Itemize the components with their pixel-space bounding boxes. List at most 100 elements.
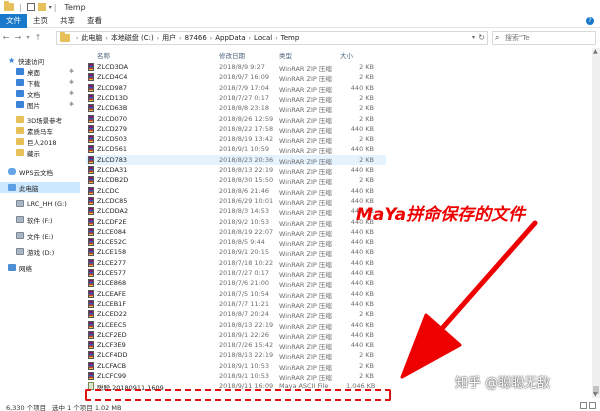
file-row[interactable]: ZLCE868 2018/7/6 21:00 WinRAR ZIP 压缩 440 KB (86, 278, 386, 289)
file-row[interactable]: ZLCD561 2018/9/1 10:59 WinRAR ZIP 压缩 440 KB (86, 144, 386, 155)
column-size[interactable]: 大小 (340, 50, 353, 60)
file-row[interactable]: ZLCDB2D 2018/8/30 15:50 WinRAR ZIP 压缩 2 KB (86, 175, 386, 186)
sidebar-item[interactable]: 藏示 (0, 147, 80, 158)
breadcrumb-chevron[interactable]: › (179, 35, 181, 42)
file-row[interactable]: ZLCE084 2018/8/19 22:07 WinRAR ZIP 压缩 440 K… (86, 227, 386, 238)
file-row[interactable]: ZLCF4DD 2018/8/13 22:19 WinRAR ZIP 压缩 2 KB (86, 350, 386, 361)
new-folder-icon[interactable] (37, 3, 46, 11)
file-date: 2018/8/13 22:19 (219, 166, 274, 174)
file-row[interactable]: ZLCDA31 2018/8/13 22:19 WinRAR ZIP 压缩 440 K… (86, 165, 386, 176)
sidebar-item[interactable]: 网络 (0, 262, 80, 273)
breadcrumb-chevron[interactable]: › (157, 35, 159, 42)
column-name[interactable]: 名称 (97, 50, 110, 60)
file-row[interactable]: ZLCE277 2018/7/18 10:22 WinRAR ZIP 压缩 440 K… (86, 258, 386, 269)
column-headers: 名称 修改日期 类型 大小 (86, 48, 386, 60)
address-dropdown-icon[interactable]: ▾ (472, 34, 475, 41)
properties-icon[interactable] (26, 3, 35, 11)
large-icons-view-icon[interactable] (589, 402, 596, 409)
breadcrumb-chevron[interactable]: › (105, 35, 107, 42)
sidebar-item[interactable]: 此电脑 (0, 182, 80, 193)
vertical-scrollbar[interactable]: ▲ ▼ (592, 48, 600, 398)
file-row[interactable]: ZLCD279 2018/8/22 17:58 WinRAR ZIP 压缩 440 K… (86, 124, 386, 135)
column-date-modified[interactable]: 修改日期 (219, 50, 245, 60)
sidebar-item[interactable]: 图片 ✱ (0, 99, 80, 110)
sidebar-item[interactable]: 素质马车 (0, 125, 80, 136)
file-name: ZLCE52C (97, 238, 127, 247)
breadcrumb-appdata[interactable]: AppData (215, 34, 245, 42)
file-row[interactable]: ZLCF3E9 2018/7/26 15:42 WinRAR ZIP 压缩 440 K… (86, 340, 386, 351)
file-row[interactable]: ZLCD4C4 2018/9/7 16:09 WinRAR ZIP 压缩 2 KB (86, 72, 386, 83)
title-separator: | (53, 2, 57, 12)
sidebar-item[interactable]: 文件 (E:) (0, 230, 80, 241)
sidebar-item[interactable]: 桌面 ✱ (0, 66, 80, 77)
breadcrumb-chevron[interactable]: › (210, 35, 212, 42)
customize-dropdown-icon[interactable]: ▾ (49, 4, 52, 11)
up-button[interactable]: ↑ (32, 31, 44, 45)
breadcrumb-local[interactable]: Local (254, 34, 272, 42)
file-row[interactable]: ZLCDC 2018/8/6 21:46 WinRAR ZIP 压缩 440 KB (86, 186, 386, 197)
file-row[interactable]: ZLCDDA2 2018/8/3 14:53 WinRAR ZIP 压缩 440 KB (86, 206, 386, 217)
file-row[interactable]: ZLCED22 2018/8/7 20:24 WinRAR ZIP 压缩 2 KB (86, 309, 386, 320)
file-row[interactable]: ZLCE577 2018/7/27 0:17 WinRAR ZIP 压缩 440 KB (86, 268, 386, 279)
scroll-up-icon[interactable]: ▲ (593, 48, 598, 55)
file-row[interactable]: ZLCE52C 2018/8/5 9:44 WinRAR ZIP 压缩 440 KB (86, 237, 386, 248)
file-row[interactable]: ZLCF2ED 2018/9/1 22:26 WinRAR ZIP 压缩 440 KB (86, 330, 386, 341)
file-row[interactable]: ZLCEB1F 2018/7/7 11:21 WinRAR ZIP 压缩 440 KB (86, 299, 386, 310)
column-type[interactable]: 类型 (279, 50, 292, 60)
tab-file[interactable]: 文件 (0, 13, 27, 28)
file-size: 2 KB (359, 372, 374, 380)
breadcrumb-chevron[interactable]: › (76, 35, 78, 42)
file-row[interactable]: ZLCD13D 2018/7/27 0:17 WinRAR ZIP 压缩 2 KB (86, 93, 386, 104)
search-input[interactable]: ⌕ 搜索"Te (492, 31, 596, 45)
forward-button[interactable]: → (12, 31, 24, 45)
recent-locations-button[interactable]: ▾ (24, 31, 32, 45)
breadcrumb-this-pc[interactable]: 此电脑 (81, 33, 102, 43)
breadcrumb-temp[interactable]: Temp (281, 34, 300, 42)
breadcrumb-chevron[interactable]: › (275, 35, 277, 42)
breadcrumb-local-disk-c[interactable]: 本地磁盘 (C:) (111, 33, 154, 43)
file-row[interactable]: ZLCDF2E 2018/9/2 10:53 WinRAR ZIP 压缩 440 KB (86, 217, 386, 228)
sidebar-item[interactable]: LRC_HH (G:) (0, 198, 80, 209)
refresh-icon[interactable]: ↻ (478, 33, 485, 42)
sidebar-item[interactable]: 巨人2018 (0, 136, 80, 147)
file-row[interactable]: ZLCD070 2018/8/26 12:59 WinRAR ZIP 压缩 2 KB (86, 114, 386, 125)
file-row[interactable]: ZLCE158 2018/9/1 20:15 WinRAR ZIP 压缩 440 KB (86, 247, 386, 258)
file-size: 440 KB (350, 330, 374, 339)
file-row[interactable]: ZLCD783 2018/8/23 20:36 WinRAR ZIP 压缩 2 KB (86, 154, 386, 166)
scroll-down-icon[interactable]: ▼ (593, 391, 598, 398)
file-row[interactable]: ZLCD63B 2018/8/8 23:18 WinRAR ZIP 压缩 2 KB (86, 103, 386, 114)
breadcrumb-users[interactable]: 用户 (162, 33, 176, 43)
breadcrumb-chevron[interactable]: › (249, 35, 251, 42)
sidebar-item[interactable]: 软件 (F:) (0, 214, 80, 225)
sidebar-item[interactable]: WPS云文档 (0, 166, 80, 177)
file-row[interactable]: ZLCD3DA 2018/8/9 9:27 WinRAR ZIP 压缩 2 KB (86, 62, 386, 73)
zip-archive-icon (88, 351, 94, 360)
file-row[interactable]: ZLCD987 2018/7/9 17:04 WinRAR ZIP 压缩 440 KB (86, 83, 386, 94)
tab-home[interactable]: 主页 (27, 14, 54, 28)
sidebar-item[interactable]: 游戏 (D:) (0, 246, 80, 257)
sidebar-item[interactable]: 下载 ✱ (0, 77, 80, 88)
file-row[interactable]: ZLCD503 2018/8/19 13:42 WinRAR ZIP 压缩 2 KB (86, 134, 386, 145)
sidebar-item[interactable]: ★ 快速访问 (0, 55, 80, 66)
file-row[interactable]: ZLCFACB 2018/9/1 10:53 WinRAR ZIP 压缩 2 KB (86, 361, 386, 372)
breadcrumb-user[interactable]: 87466 (185, 34, 207, 42)
file-date: 2018/8/19 13:42 (219, 135, 274, 144)
file-row[interactable]: ZLCEAFE 2018/7/5 10:54 WinRAR ZIP 压缩 440 KB (86, 289, 386, 300)
file-size: 440 KB (350, 145, 374, 154)
tab-share[interactable]: 共享 (54, 14, 81, 28)
zip-archive-icon (88, 114, 94, 123)
details-view-icon[interactable] (580, 402, 587, 409)
search-icon: ⌕ (495, 33, 500, 42)
zip-archive-icon (88, 207, 94, 216)
file-row[interactable]: ZLCFC99 2018/9/1 10:53 WinRAR ZIP 压缩 2 KB (86, 371, 386, 382)
file-date: 2018/7/6 21:00 (219, 279, 269, 288)
sidebar-item[interactable]: 3D场景参考 (0, 114, 80, 125)
back-button[interactable]: ← (0, 31, 12, 45)
tab-view[interactable]: 查看 (81, 14, 108, 28)
help-icon[interactable]: ? (586, 17, 594, 25)
file-row[interactable]: ZLCDC85 2018/6/29 10:01 WinRAR ZIP 压缩 440 K… (86, 196, 386, 207)
file-size: 440 KB (350, 124, 374, 133)
sidebar-item[interactable]: 文档 ✱ (0, 88, 80, 99)
address-bar[interactable]: › 此电脑 › 本地磁盘 (C:) › 用户 › 87466 › AppData… (56, 31, 488, 45)
file-row[interactable]: ZLCEEC5 2018/8/13 22:19 WinRAR ZIP 压缩 440 K… (86, 320, 386, 331)
